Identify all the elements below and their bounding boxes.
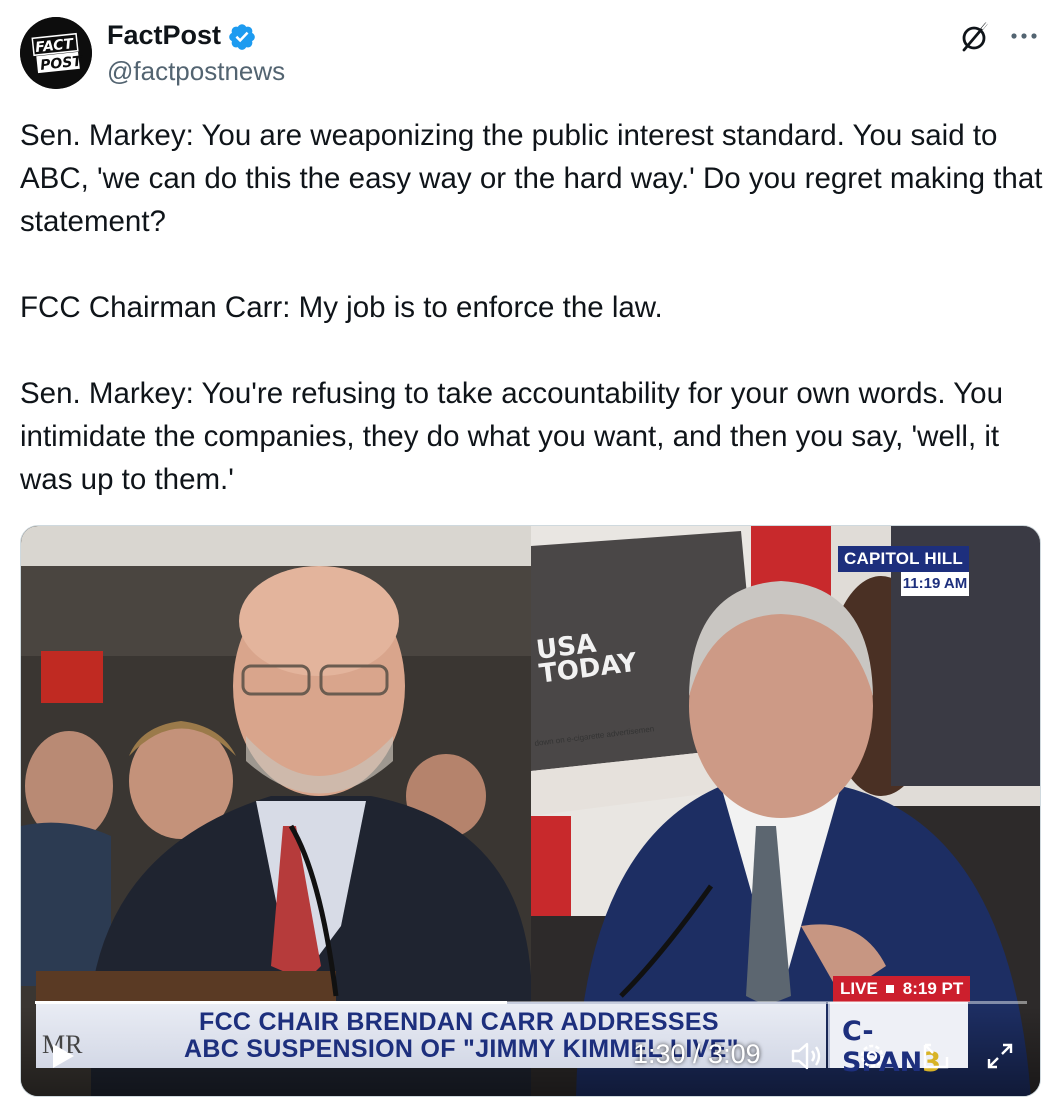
post-paragraph: Sen. Markey: You're refusing to take acc… — [20, 377, 1003, 496]
grok-slash-circle-icon[interactable] — [958, 20, 992, 54]
picture-in-picture-icon[interactable] — [919, 1039, 953, 1073]
headline-line-1: FCC CHAIR BRENDAN CARR ADDRESSES — [199, 1008, 719, 1036]
live-indicator: LIVE 8:19 PT — [833, 976, 970, 1002]
volume-icon[interactable] — [789, 1039, 823, 1073]
post-paragraph: FCC Chairman Carr: My job is to enforce … — [20, 291, 663, 324]
live-dot-icon — [885, 984, 894, 993]
post-card: FACT POST FactPost @factpostnews Sen. Ma… — [0, 0, 1060, 1112]
more-dots-icon[interactable] — [1006, 22, 1042, 50]
video-time-readout: 1:30 / 3:09 — [633, 1039, 761, 1069]
video-progress-fill — [35, 1001, 508, 1004]
video-progress-bar[interactable] — [35, 1001, 1027, 1004]
verified-badge-icon[interactable] — [227, 22, 257, 52]
post-paragraph: Sen. Markey: You are weaponizing the pub… — [20, 119, 1043, 238]
local-time-badge: 11:19 AM — [901, 572, 969, 596]
video-player[interactable]: USA TODAY down on e-cigarette advertisem… — [20, 525, 1041, 1097]
author-handle[interactable]: @factpostnews — [107, 56, 285, 86]
fullscreen-icon[interactable] — [983, 1039, 1017, 1073]
settings-icon[interactable] — [855, 1039, 889, 1073]
live-time: 8:19 PT — [902, 979, 964, 998]
factpost-logo-icon: FACT POST — [20, 17, 92, 89]
author-avatar[interactable]: FACT POST — [20, 17, 92, 89]
usa-today-sign: USA TODAY — [535, 627, 639, 690]
location-badge: CAPITOL HILL — [838, 546, 969, 572]
post-text: Sen. Markey: You are weaponizing the pub… — [20, 114, 1045, 501]
play-icon[interactable] — [47, 1041, 77, 1071]
live-label: LIVE — [840, 979, 878, 998]
author-name[interactable]: FactPost — [107, 19, 221, 51]
